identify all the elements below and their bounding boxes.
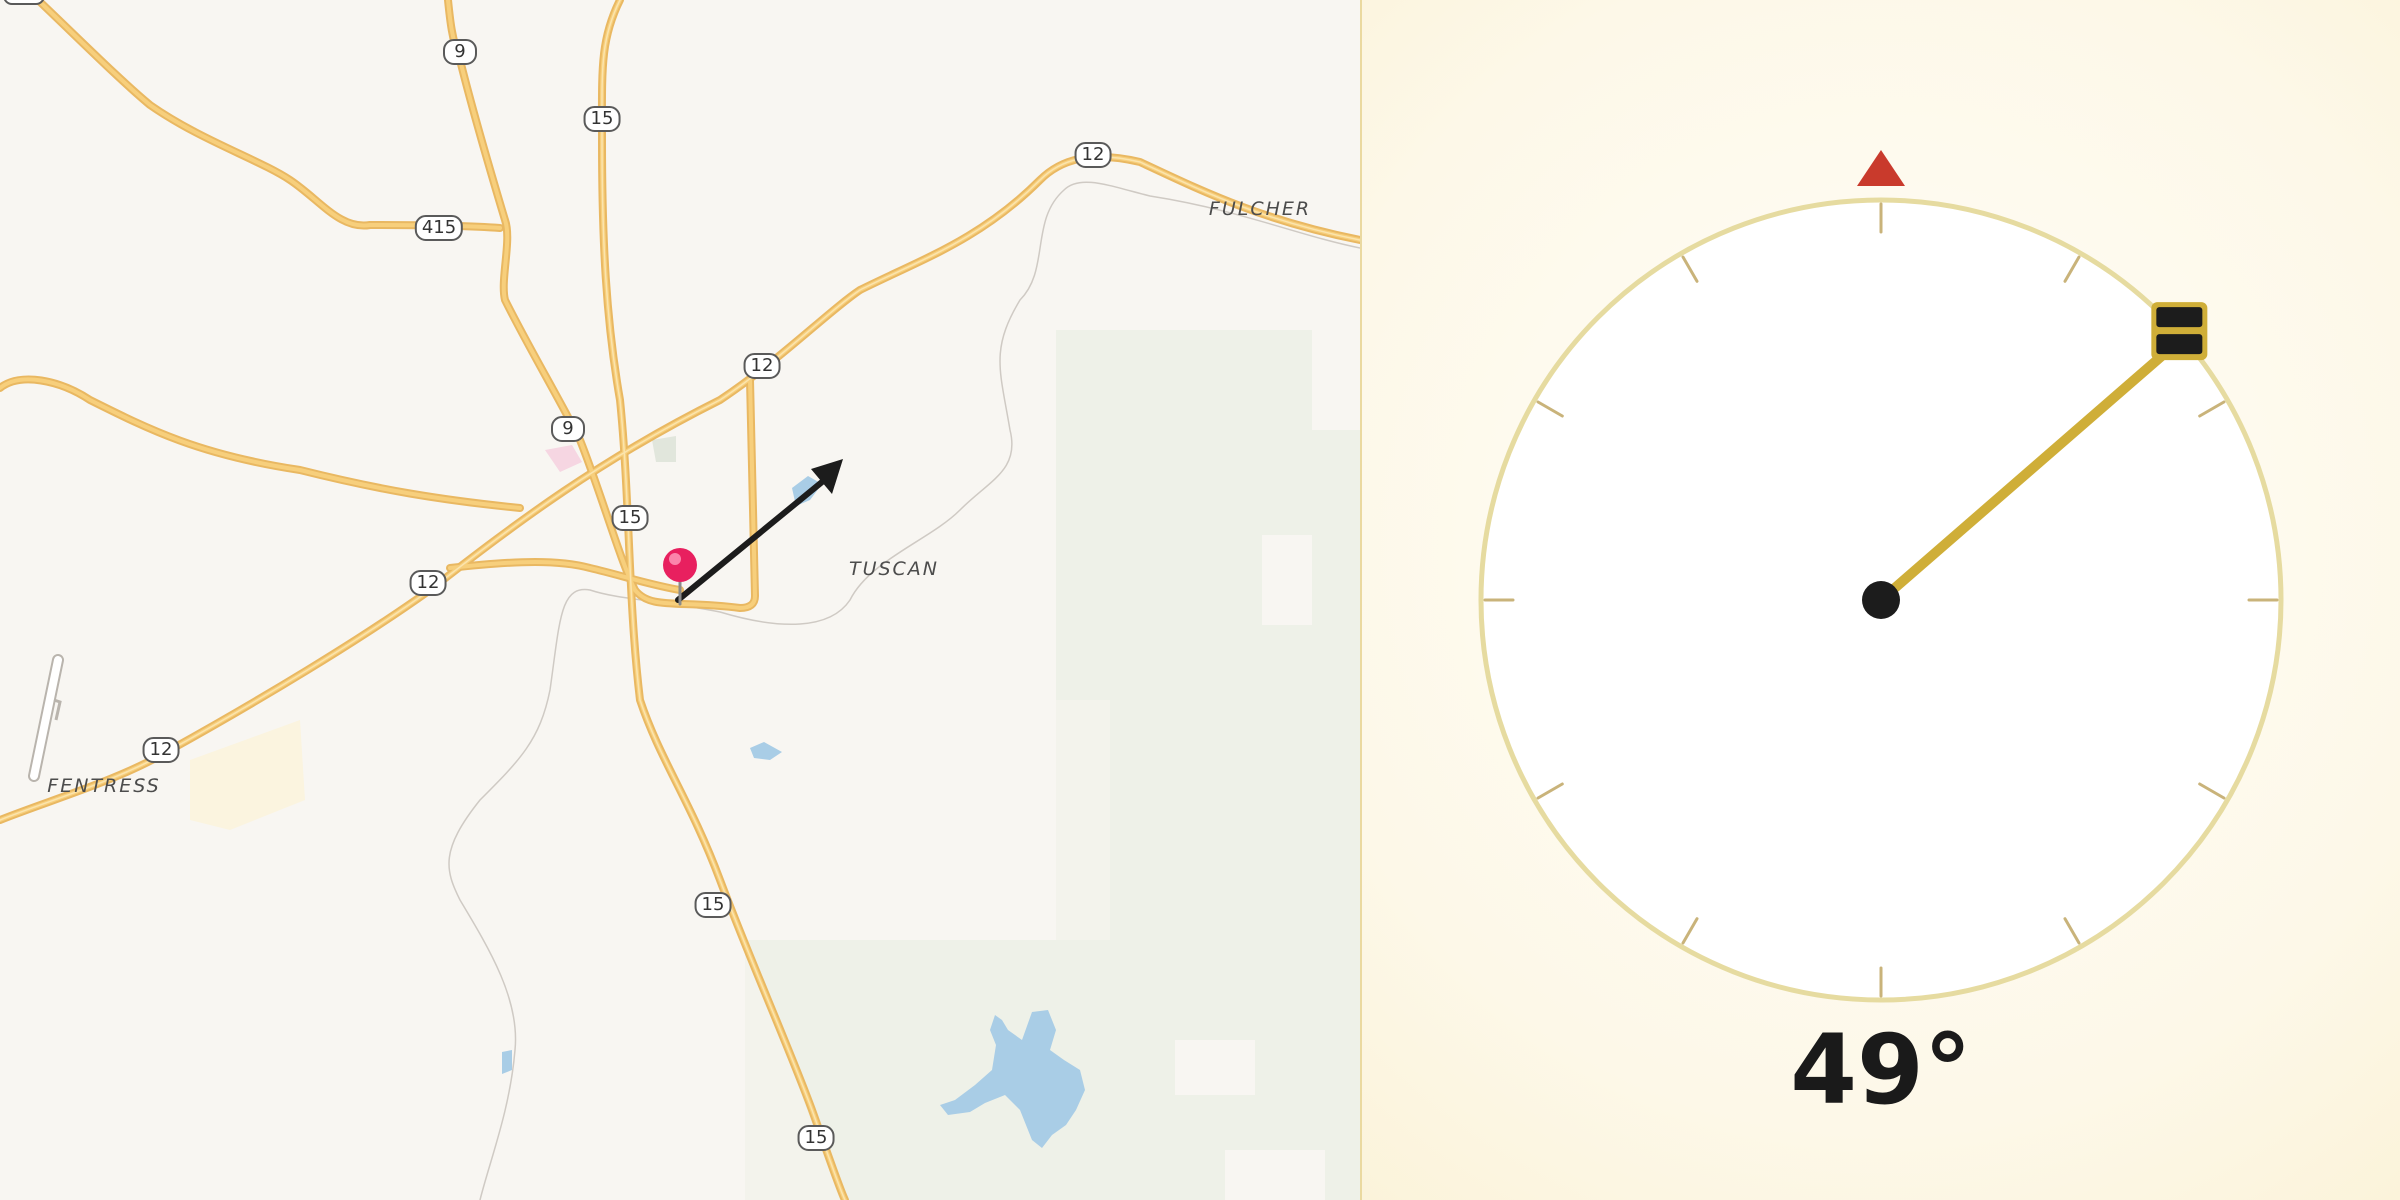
map-pin-icon[interactable] <box>663 548 697 606</box>
compass-panel: 49° <box>1362 0 2400 1200</box>
airstrip <box>30 656 62 780</box>
route-shield: 12 <box>409 570 447 596</box>
direction-arrow-icon <box>675 459 843 603</box>
pink-area <box>545 445 582 472</box>
route-shield: 12 <box>1074 142 1112 168</box>
road-west <box>0 377 522 510</box>
compass-hub <box>1862 581 1900 619</box>
sand-area <box>190 720 305 830</box>
route-shield: 9 <box>551 416 585 442</box>
route-shield: 415 <box>414 215 464 241</box>
heading-readout: 49° <box>1790 1014 1972 1126</box>
place-label-tuscan: TUSCAN <box>848 558 940 580</box>
place-label-fentress: FENTRESS <box>47 775 161 797</box>
road-415 <box>36 0 502 230</box>
route-shield-partial <box>3 0 45 5</box>
water-body <box>750 742 782 760</box>
route-shield: 15 <box>797 1125 835 1151</box>
route-shield: 12 <box>142 737 180 763</box>
place-label-fulcher: FULCHER <box>1208 198 1312 220</box>
clearing <box>1175 1040 1255 1095</box>
route-shield: 9 <box>443 39 477 65</box>
map-view[interactable]: 9 15 12 415 12 9 15 12 12 15 15 FULCHER … <box>0 0 1360 1200</box>
needle-head-band <box>2156 307 2203 328</box>
map-canvas[interactable] <box>0 0 1360 1200</box>
water-body <box>502 1050 512 1074</box>
route-shield: 15 <box>583 106 621 132</box>
needle-head-band <box>2156 334 2203 355</box>
green-area <box>652 436 676 462</box>
clearing <box>1262 535 1312 625</box>
clearing <box>1225 1150 1325 1200</box>
route-shield: 15 <box>694 892 732 918</box>
route-shield: 12 <box>743 353 781 379</box>
route-shield: 15 <box>611 505 649 531</box>
north-triangle-icon <box>1857 150 1905 186</box>
